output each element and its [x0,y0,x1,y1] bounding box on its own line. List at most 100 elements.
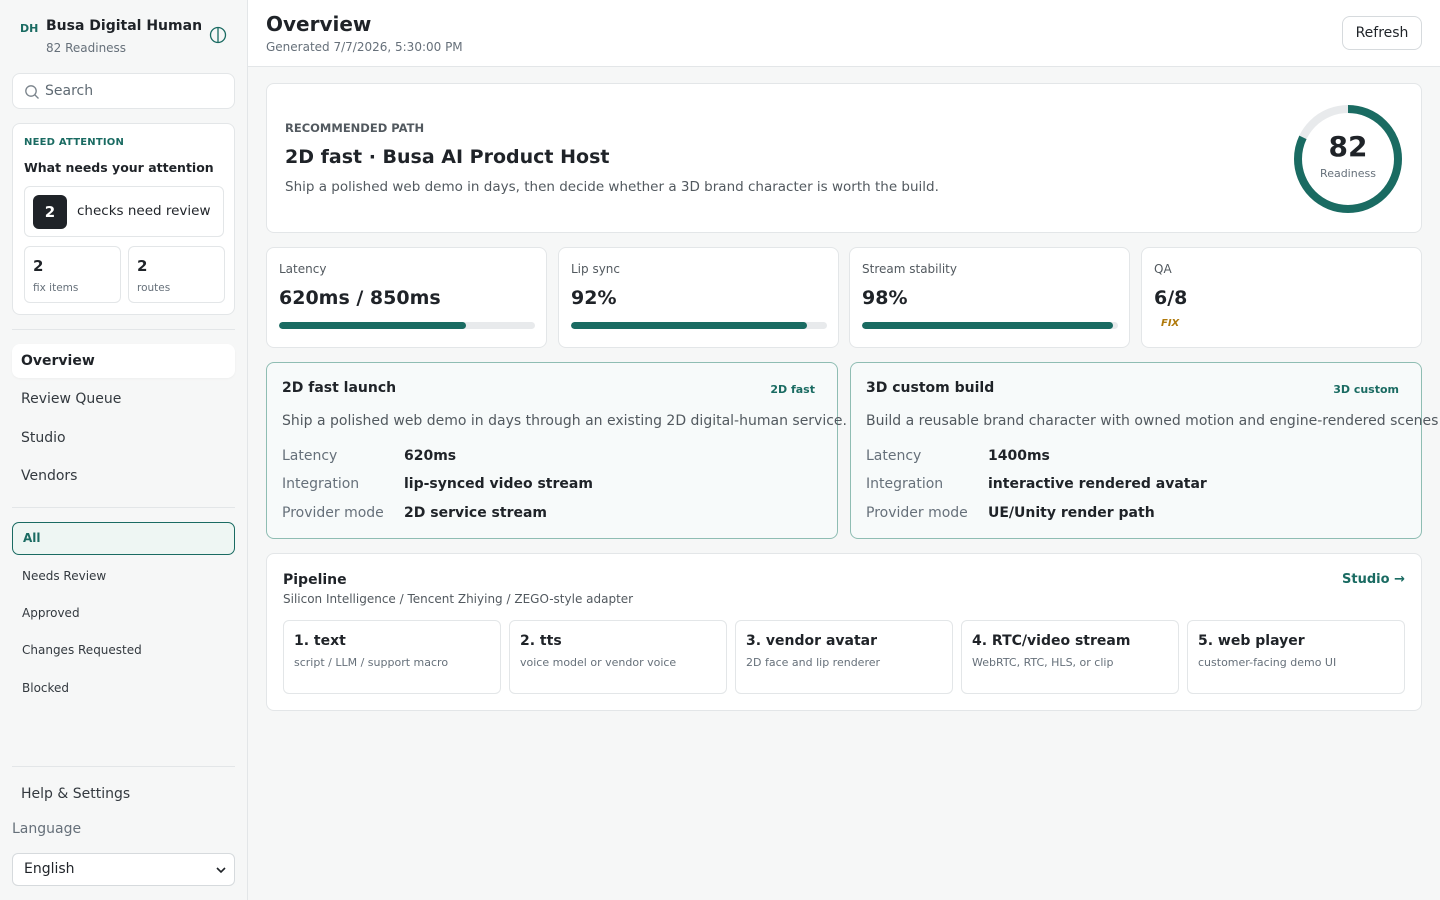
filter-changes-requested[interactable]: Changes Requested [12,634,235,667]
chevron-down-icon [216,867,226,874]
readiness-label: Readiness [1320,167,1376,180]
recommended-path-card: RECOMMENDED PATH 2D fast · Busa AI Produ… [266,83,1422,233]
option-description: Ship a polished web demo in days through… [282,413,847,429]
generated-timestamp: Generated 7/7/2026, 5:30:00 PM [266,40,463,54]
language-select[interactable]: English [12,853,235,886]
progress-fill [571,322,807,329]
pipeline-subtitle: Silicon Intelligence / Tencent Zhiying /… [283,592,634,606]
progress-track [279,322,535,329]
nav-overview[interactable]: Overview [12,344,235,378]
review-checks-card[interactable]: 2 checks need review [24,186,224,237]
row-key: Latency [866,448,922,464]
row-value: 2D service stream [404,505,548,521]
hero-kicker: RECOMMENDED PATH [285,121,425,135]
language-selected: English [24,861,75,877]
option-2d-fast-card[interactable]: 2D fast launch 2D fast Ship a polished w… [266,362,847,539]
metric-value: 92% [571,287,617,309]
review-count-label: checks need review [77,203,211,219]
fix-items-card[interactable]: 2 fix items [24,246,121,303]
attention-title: What needs your attention [24,160,214,175]
page-title: Overview [266,12,372,36]
row-value: UE/Unity render path [988,505,1155,521]
fix-badge: FIX [1161,318,1180,329]
option-title: 3D custom build [866,380,995,396]
step-title: 4. RTC/video stream [972,633,1131,649]
option-3d-custom-card[interactable]: 3D custom build 3D custom Build a reusab… [850,362,1440,539]
nav-vendors[interactable]: Vendors [12,459,235,493]
filter-blocked[interactable]: Blocked [12,672,235,705]
step-title: 1. text [294,633,346,649]
search-input[interactable] [45,80,225,102]
hero-title: 2D fast · Busa AI Product Host [285,146,610,168]
progress-fill [862,322,1113,329]
filter-all[interactable]: All [12,522,235,555]
step-title: 5. web player [1198,633,1305,649]
row-key: Provider mode [866,505,968,521]
help-settings-link[interactable]: Help & Settings [21,786,130,802]
row-value: lip-synced video stream [404,476,593,492]
row-key: Latency [282,448,338,464]
option-tag: 2D fast [770,383,815,396]
language-label: Language [12,821,82,837]
brand-name: Busa Digital Human [46,18,203,34]
routes-card[interactable]: 2 routes [128,246,225,303]
page-header: Overview Generated 7/7/2026, 5:30:00 PM … [248,0,1440,67]
studio-link[interactable]: Studio → [1342,572,1405,587]
pipeline-step: 5. web player customer-facing demo UI [1187,620,1405,694]
metric-value: 98% [862,287,908,309]
progress-track [571,322,827,329]
brand-subtitle: 82 Readiness [46,41,127,55]
divider [12,766,235,767]
option-title: 2D fast launch [282,380,397,396]
sidebar: DH Busa Digital Human 82 Readiness NEED … [0,0,248,900]
metric-lip-sync: Lip sync 92% [558,247,839,348]
routes-count: 2 [137,257,148,275]
filter-needs-review[interactable]: Needs Review [12,560,235,593]
pipeline-step: 1. text script / LLM / support macro [283,620,501,694]
progress-fill [279,322,466,329]
option-tag: 3D custom [1333,383,1399,396]
step-title: 3. vendor avatar [746,633,878,649]
metric-latency: Latency 620ms / 850ms [266,247,547,348]
search-icon [25,85,39,99]
pipeline-step: 2. tts voice model or vendor voice [509,620,727,694]
metric-label: QA [1154,262,1172,276]
review-count-badge: 2 [33,195,67,229]
progress-track [862,322,1118,329]
routes-label: routes [137,282,171,294]
brand-logo: DH [20,22,39,35]
sidebar-toggle-icon[interactable] [209,26,227,44]
metric-stream-stability: Stream stability 98% [849,247,1130,348]
nav-studio[interactable]: Studio [12,421,235,455]
metric-value: 620ms / 850ms [279,287,441,309]
option-description: Build a reusable brand character with ow… [866,413,1440,429]
filter-approved[interactable]: Approved [12,597,235,630]
metric-value: 6/8 [1154,287,1188,309]
fix-items-count: 2 [33,257,44,275]
row-key: Integration [282,476,360,492]
brand: DH Busa Digital Human 82 Readiness [20,18,230,58]
row-value: 1400ms [988,448,1050,464]
row-key: Integration [866,476,944,492]
hero-description: Ship a polished web demo in days, then d… [285,179,939,195]
row-value: interactive rendered avatar [988,476,1207,492]
attention-kicker: NEED ATTENTION [24,137,125,148]
attention-panel: NEED ATTENTION What needs your attention… [12,123,235,315]
pipeline-step: 3. vendor avatar 2D face and lip rendere… [735,620,953,694]
divider [12,507,235,508]
metric-qa: QA 6/8 FIX [1141,247,1422,348]
step-description: WebRTC, RTC, HLS, or clip [972,656,1114,669]
metric-label: Stream stability [862,262,957,276]
metric-label: Lip sync [571,262,621,276]
step-description: customer-facing demo UI [1198,656,1337,669]
pipeline-step: 4. RTC/video stream WebRTC, RTC, HLS, or… [961,620,1179,694]
pipeline-title: Pipeline [283,572,347,588]
step-description: script / LLM / support macro [294,656,449,669]
row-value: 620ms [404,448,457,464]
refresh-button[interactable]: Refresh [1342,16,1422,50]
fix-items-label: fix items [33,282,79,294]
nav-review-queue[interactable]: Review Queue [12,382,235,416]
search-box[interactable] [12,73,235,109]
step-description: voice model or vendor voice [520,656,677,669]
step-title: 2. tts [520,633,562,649]
